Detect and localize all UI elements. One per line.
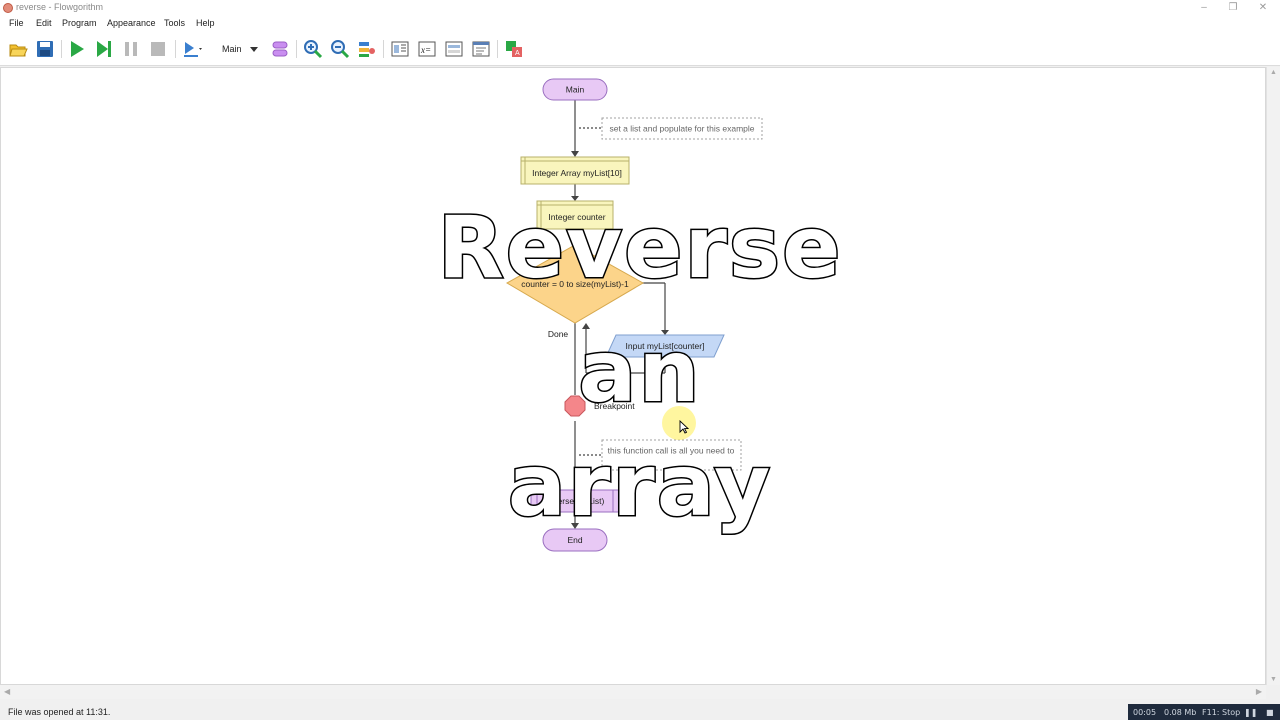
scroll-down-icon[interactable]: ▼ — [1270, 676, 1277, 683]
recorder-stop[interactable]: F11: Stop — [1202, 708, 1240, 717]
scroll-right-icon[interactable]: ▶ — [1256, 687, 1262, 696]
console-icon[interactable] — [444, 39, 464, 59]
comment-text-1: set a list and populate for this example — [609, 124, 754, 134]
scroll-up-icon[interactable]: ▲ — [1270, 69, 1277, 76]
menu-tools[interactable]: Tools — [164, 18, 185, 28]
recorder-time: 00:05 — [1133, 708, 1157, 717]
comment-text-2: this function call is all you need to — [608, 446, 735, 456]
menu-help[interactable]: Help — [196, 18, 215, 28]
run-icon[interactable] — [67, 39, 87, 59]
vertical-scrollbar[interactable]: ▲ ▼ — [1266, 67, 1280, 685]
menu-program[interactable]: Program — [62, 18, 97, 28]
flowchart-view-icon[interactable] — [390, 39, 410, 59]
step-icon[interactable] — [94, 39, 114, 59]
functions-icon[interactable] — [270, 39, 290, 59]
flowchart-canvas[interactable]: Main set a list and populate for this ex… — [0, 67, 1266, 685]
svg-text:x=: x= — [420, 45, 431, 55]
declare-label-2: Integer counter — [548, 212, 605, 222]
recorder-panel: 00:05 0.08 Mb F11: Stop ❚❚ ■ — [1128, 704, 1280, 720]
stop-icon[interactable] — [148, 39, 168, 59]
translate-icon[interactable]: A — [504, 39, 524, 59]
svg-text:A: A — [515, 50, 520, 57]
source-code-icon[interactable] — [471, 39, 491, 59]
status-text: File was opened at 11:31. — [8, 707, 111, 717]
horizontal-scrollbar[interactable]: ◀ ▶ — [0, 685, 1266, 699]
open-folder-icon[interactable] — [8, 39, 28, 59]
function-select-value: Main — [222, 44, 242, 54]
menu-bar: File Edit Program Appearance Tools Help — [0, 16, 1280, 32]
scroll-left-icon[interactable]: ◀ — [4, 687, 10, 696]
zoom-out-icon[interactable] — [330, 39, 350, 59]
minimize-button[interactable]: – — [1197, 1, 1211, 14]
restore-button[interactable]: ❐ — [1226, 1, 1240, 14]
call-label: reverse(myList) — [546, 496, 605, 506]
status-bar: File was opened at 11:31. — [0, 704, 1280, 720]
close-button[interactable]: ✕ — [1256, 1, 1270, 14]
recorder-pause-icon[interactable]: ❚❚ — [1244, 708, 1257, 717]
mouse-cursor-icon — [679, 420, 689, 434]
app-icon — [3, 3, 13, 13]
toolbar: Main x= A — [0, 32, 1280, 66]
function-select[interactable]: Main — [218, 41, 262, 57]
run-speed-icon[interactable] — [182, 39, 202, 59]
input-label: Input myList[counter] — [626, 341, 705, 351]
breakpoint-label: Breakpoint — [594, 401, 635, 411]
title-bar: reverse - Flowgorithm – ❐ ✕ — [0, 0, 1280, 16]
menu-file[interactable]: File — [9, 18, 24, 28]
for-loop-condition: counter = 0 to size(myList)-1 — [521, 279, 629, 289]
recorder-stop-icon[interactable]: ■ — [1266, 708, 1274, 717]
save-icon[interactable] — [35, 39, 55, 59]
chevron-down-icon — [250, 47, 258, 52]
loop-done-label: Done — [548, 329, 569, 339]
layout-icon[interactable] — [357, 39, 377, 59]
end-label: End — [567, 535, 582, 545]
start-label: Main — [566, 85, 585, 95]
window-title: reverse - Flowgorithm — [16, 2, 104, 12]
menu-appearance[interactable]: Appearance — [107, 18, 156, 28]
menu-edit[interactable]: Edit — [36, 18, 52, 28]
declare-label-1: Integer Array myList[10] — [532, 168, 622, 178]
zoom-in-icon[interactable] — [303, 39, 323, 59]
variables-icon[interactable]: x= — [417, 39, 437, 59]
pause-icon[interactable] — [121, 39, 141, 59]
recorder-size: 0.08 Mb — [1164, 708, 1197, 717]
breakpoint-icon[interactable] — [564, 395, 586, 417]
